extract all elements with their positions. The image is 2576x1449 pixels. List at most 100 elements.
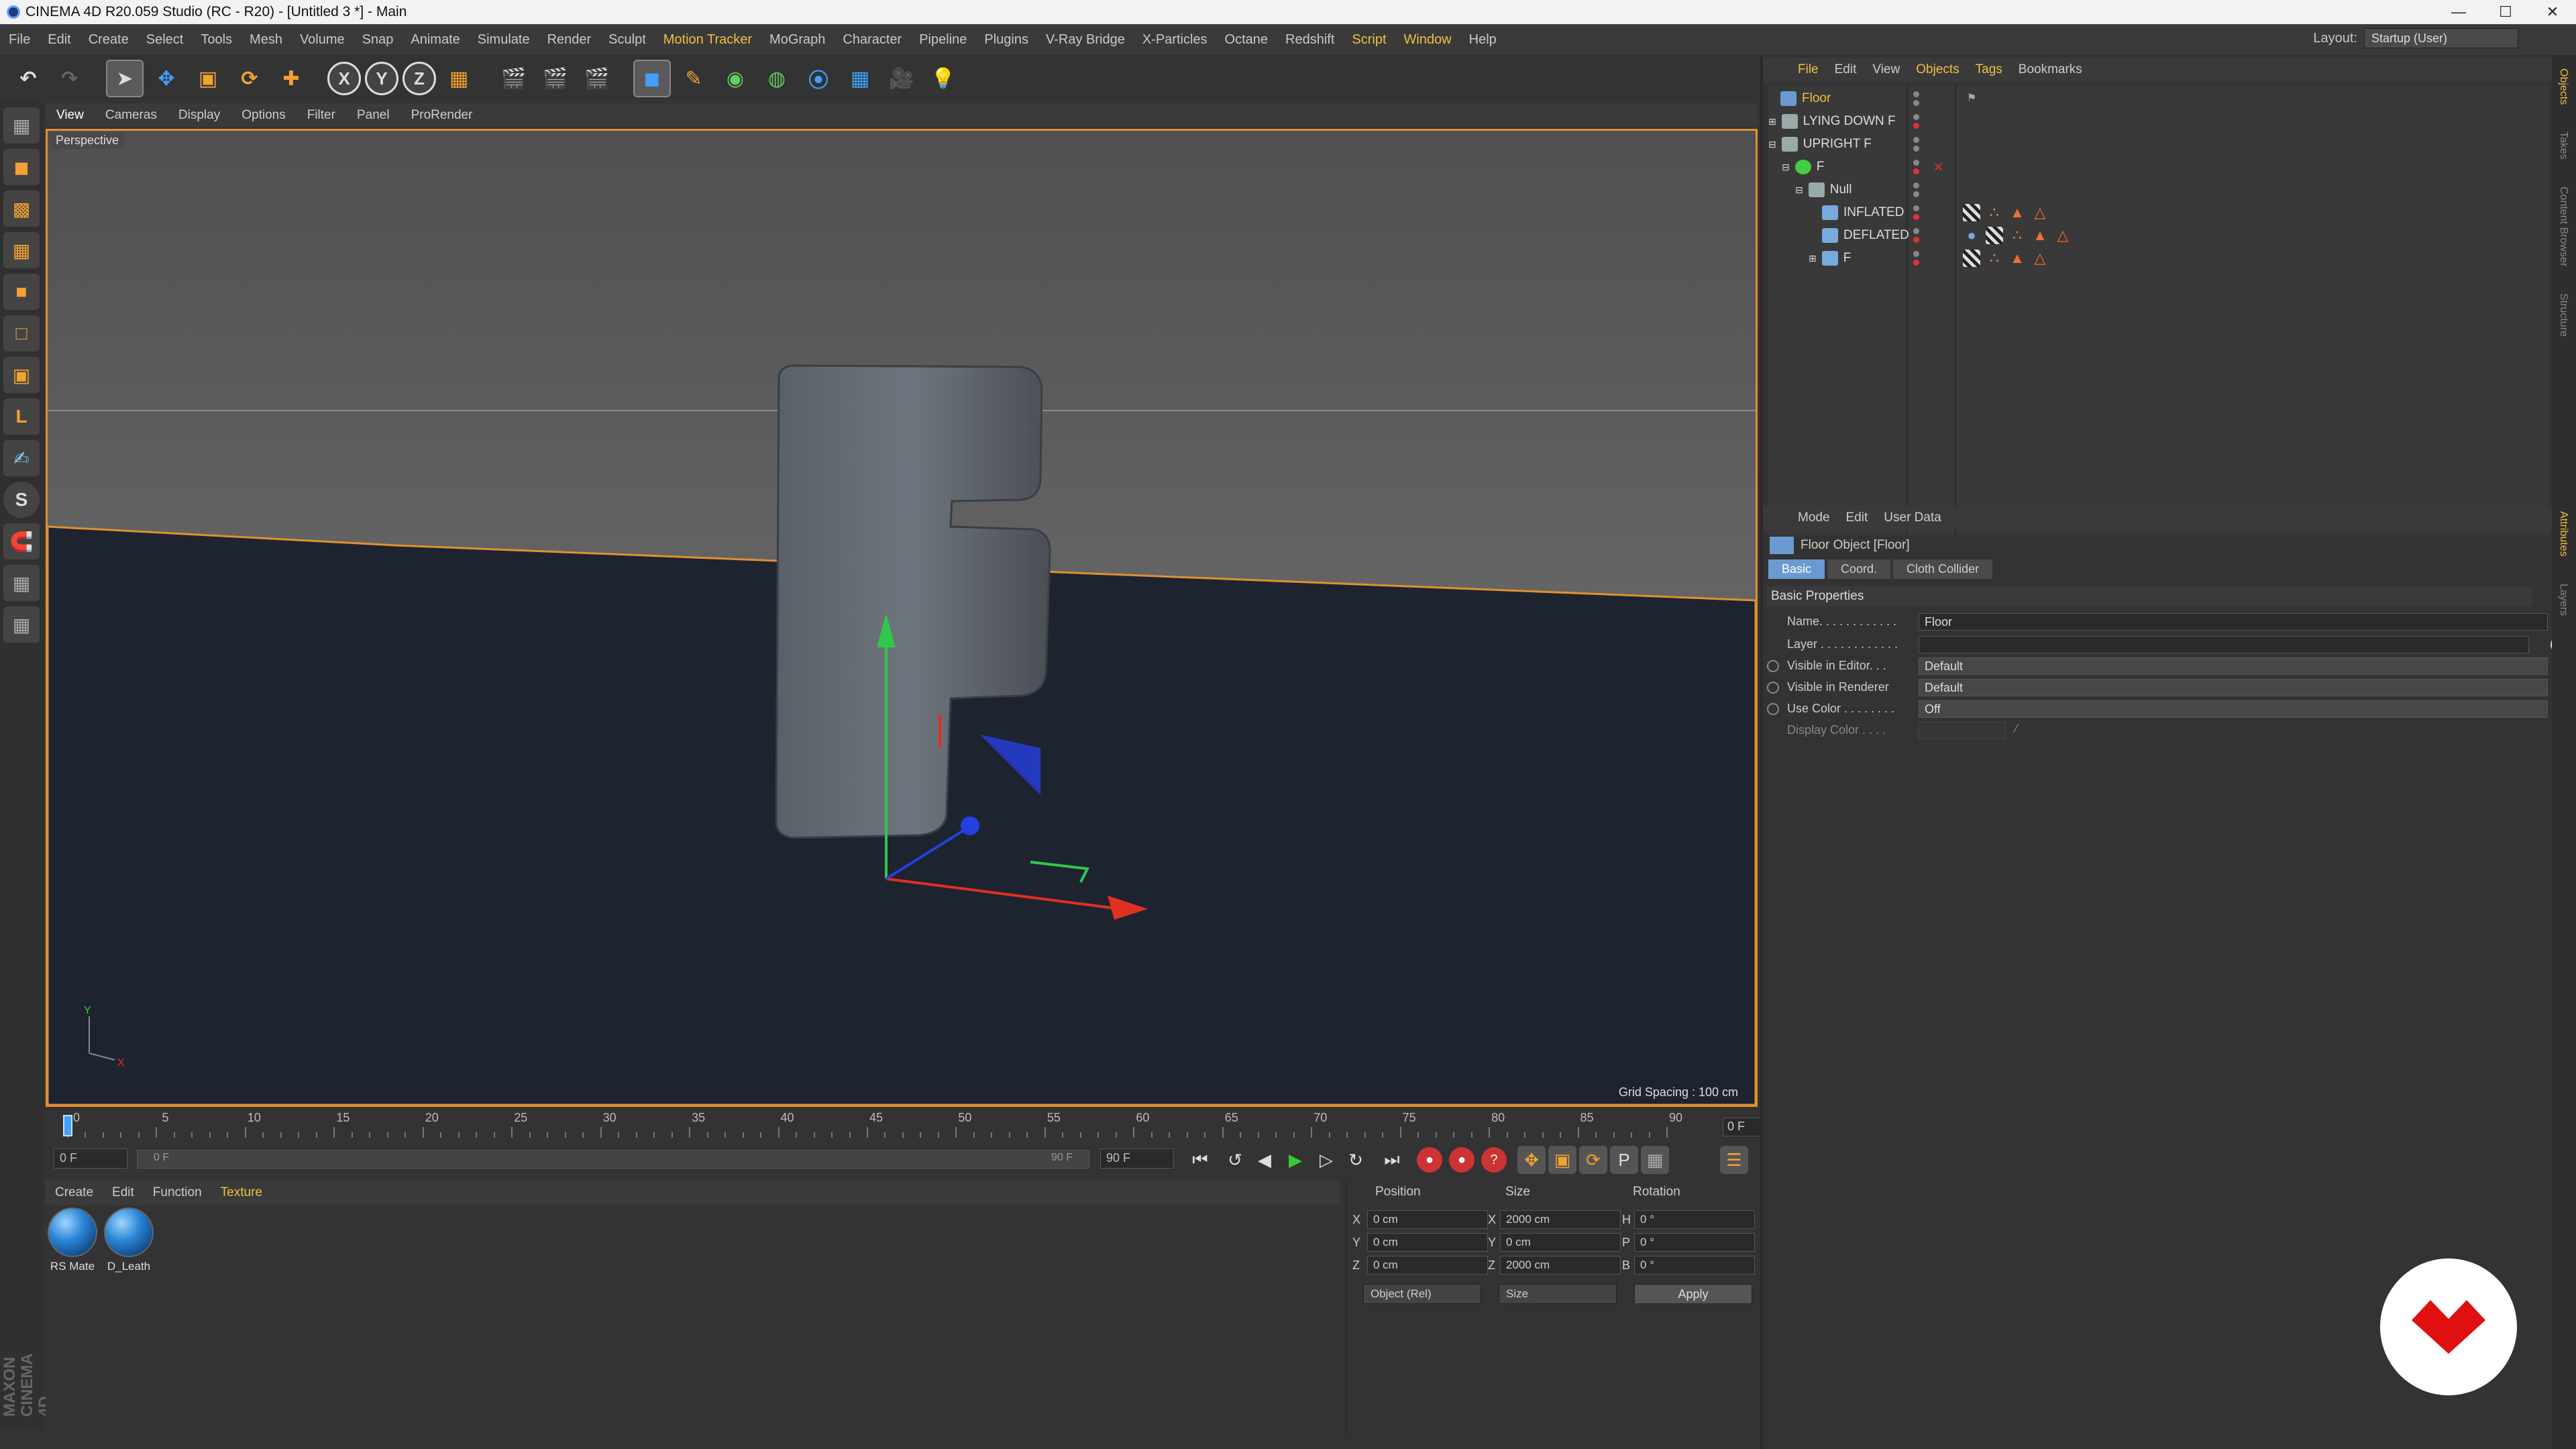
record-active-objects-icon[interactable]: ●: [1417, 1147, 1442, 1173]
timeline-ruler[interactable]: 0 5 10 15 20 25 30 35 40 45 50 55 60 65 70 75 80 85 90 0 F: [43, 1108, 1796, 1142]
preview-range-slider[interactable]: 0 F 90 F: [137, 1150, 1089, 1169]
visibility-dots-icon[interactable]: [1913, 227, 1931, 244]
pos-y-field[interactable]: 0 cm: [1367, 1233, 1488, 1252]
coordinate-mode-dropdown[interactable]: Object (Rel): [1363, 1284, 1481, 1304]
play-icon[interactable]: ▶: [1281, 1146, 1309, 1174]
animation-key-icon[interactable]: [1767, 660, 1779, 672]
smoothing-tag-icon[interactable]: ∴: [1986, 204, 2003, 221]
menu-help[interactable]: Help: [1460, 32, 1505, 48]
camera-label[interactable]: Perspective: [50, 132, 125, 149]
material-tag-icon[interactable]: ●: [1963, 227, 1980, 244]
viewport-menu-options[interactable]: Options: [231, 108, 296, 123]
redo-icon[interactable]: ↷: [51, 60, 89, 97]
pen-spline-icon[interactable]: ✎: [675, 60, 712, 97]
am-menu-edit[interactable]: Edit: [1838, 511, 1876, 525]
timeline-window-icon[interactable]: ☰: [1720, 1146, 1748, 1174]
menu-select[interactable]: Select: [138, 32, 193, 48]
object-row-deflated[interactable]: DEFLATED ● ∴ ▲ △: [1768, 224, 2549, 247]
menu-snap[interactable]: Snap: [354, 32, 402, 48]
am-menu-user-data[interactable]: User Data: [1876, 511, 1949, 525]
viewport-menu-filter[interactable]: Filter: [297, 108, 346, 123]
deformer-icon[interactable]: ⦿: [800, 60, 837, 97]
start-frame-field[interactable]: 0 F: [54, 1148, 127, 1169]
parameter-key-icon[interactable]: P: [1610, 1146, 1638, 1174]
scale-key-icon[interactable]: ▣: [1548, 1146, 1576, 1174]
rot-p-field[interactable]: 0 °: [1634, 1233, 1755, 1252]
axis-mode-icon[interactable]: L: [3, 398, 40, 435]
mat-menu-create[interactable]: Create: [46, 1185, 103, 1200]
om-menu-edit[interactable]: Edit: [1827, 62, 1865, 77]
visible-in-renderer-dropdown[interactable]: Default: [1919, 679, 2548, 696]
cloth-belt-tag-icon[interactable]: △: [2031, 250, 2049, 267]
om-menu-tags[interactable]: Tags: [1968, 62, 2010, 77]
visibility-dots-icon[interactable]: [1913, 204, 1931, 221]
cloth-tag-icon[interactable]: ▲: [2008, 250, 2026, 267]
display-color-swatch[interactable]: [1919, 722, 2006, 739]
use-color-dropdown[interactable]: Off: [1919, 700, 2548, 718]
side-tab-content-browser[interactable]: Content Browser: [2552, 173, 2575, 280]
visibility-dots-icon[interactable]: [1913, 136, 1931, 153]
menu-motion-tracker[interactable]: Motion Tracker: [655, 32, 761, 48]
menu-script[interactable]: Script: [1343, 32, 1395, 48]
minimize-icon[interactable]: —: [2435, 0, 2482, 24]
cloth-belt-tag-icon[interactable]: △: [2054, 227, 2072, 244]
menu-animate[interactable]: Animate: [402, 32, 468, 48]
tab-basic[interactable]: Basic: [1768, 559, 1825, 579]
size-z-field[interactable]: 2000 cm: [1500, 1256, 1621, 1275]
viewport-menu-prorender[interactable]: ProRender: [400, 108, 484, 123]
viewport-menu-panel[interactable]: Panel: [346, 108, 400, 123]
move-tool-icon[interactable]: ✥: [148, 60, 185, 97]
pos-z-field[interactable]: 0 cm: [1367, 1256, 1488, 1275]
snap-icon[interactable]: 🧲: [3, 523, 40, 559]
playhead[interactable]: [63, 1115, 72, 1136]
goto-prev-key-icon[interactable]: ↺: [1221, 1146, 1249, 1174]
model-mode-icon[interactable]: ◼: [3, 149, 40, 185]
menu-octane[interactable]: Octane: [1216, 32, 1277, 48]
menu-create[interactable]: Create: [80, 32, 138, 48]
layer-field[interactable]: [1919, 636, 2529, 653]
animation-key-icon[interactable]: [1767, 703, 1779, 715]
perspective-viewport[interactable]: Y X Perspective Grid Spacing : 100 cm: [46, 129, 1758, 1107]
menu-plugins[interactable]: Plugins: [975, 32, 1037, 48]
viewport-menu-view[interactable]: View: [46, 108, 95, 123]
menu-redshift[interactable]: Redshift: [1277, 32, 1343, 48]
polygons-mode-icon[interactable]: ▣: [3, 357, 40, 393]
side-tab-objects[interactable]: Objects: [2552, 55, 2575, 118]
visibility-dots-icon[interactable]: [1913, 158, 1931, 176]
cube-object-icon[interactable]: ◼: [633, 60, 671, 97]
close-icon[interactable]: ✕: [2529, 0, 2576, 24]
mat-menu-edit[interactable]: Edit: [103, 1185, 144, 1200]
menu-pipeline[interactable]: Pipeline: [910, 32, 975, 48]
point-level-key-icon[interactable]: ▦: [1641, 1146, 1669, 1174]
smoothing-tag-icon[interactable]: ∴: [1986, 250, 2003, 267]
workplane-icon[interactable]: ▦: [3, 565, 40, 601]
end-frame-field[interactable]: 90 F: [1100, 1148, 1174, 1169]
maximize-icon[interactable]: ☐: [2482, 0, 2529, 24]
texture-tag-icon[interactable]: [1963, 204, 1980, 221]
menu-window[interactable]: Window: [1395, 32, 1460, 48]
x-axis-lock-icon[interactable]: X: [327, 62, 361, 95]
disabled-cross-icon[interactable]: ✕: [1933, 160, 1943, 174]
mat-menu-function[interactable]: Function: [144, 1185, 211, 1200]
texture-tag-icon[interactable]: [1963, 250, 1980, 267]
size-x-field[interactable]: 2000 cm: [1500, 1210, 1621, 1229]
color-picker-icon[interactable]: ∕: [2015, 722, 2017, 736]
cloth-tag-icon[interactable]: ▲: [2031, 227, 2049, 244]
pos-x-field[interactable]: 0 cm: [1367, 1210, 1488, 1229]
points-mode-icon[interactable]: ■: [3, 274, 40, 310]
am-menu-mode[interactable]: Mode: [1790, 511, 1838, 525]
menu-mesh[interactable]: Mesh: [241, 32, 291, 48]
coordinate-system-icon[interactable]: ▦: [440, 60, 478, 97]
menu-edit[interactable]: Edit: [39, 32, 79, 48]
cloth-tag-icon[interactable]: ▲: [2008, 204, 2026, 221]
visible-in-editor-dropdown[interactable]: Default: [1919, 657, 2548, 675]
menu-file[interactable]: File: [0, 32, 39, 48]
workplane-mode-icon[interactable]: ▦: [3, 232, 40, 268]
edges-mode-icon[interactable]: □: [3, 315, 40, 352]
menu-vray-bridge[interactable]: V-Ray Bridge: [1037, 32, 1134, 48]
light-icon[interactable]: 💡: [924, 60, 962, 97]
cloth-belt-tag-icon[interactable]: △: [2031, 204, 2049, 221]
menu-x-particles[interactable]: X-Particles: [1134, 32, 1216, 48]
camera-icon[interactable]: 🎥: [883, 60, 920, 97]
tab-cloth-collider[interactable]: Cloth Collider: [1893, 559, 1993, 579]
